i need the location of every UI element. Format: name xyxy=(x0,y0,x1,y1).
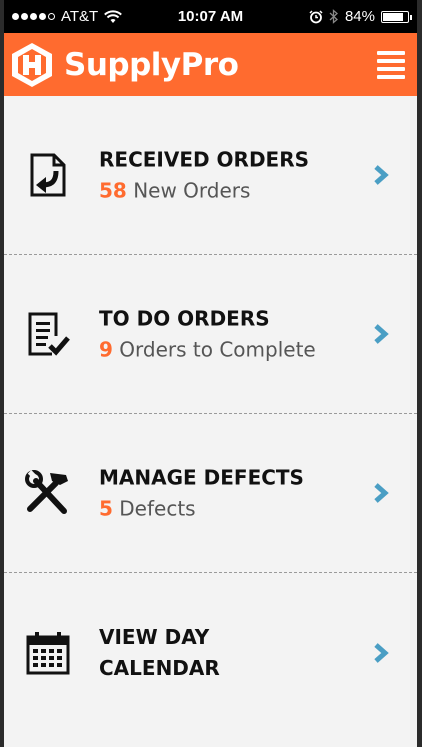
brand[interactable]: SupplyPro xyxy=(10,41,239,89)
chevron-right-icon xyxy=(374,642,389,663)
menu-item-manage-defects[interactable]: MANAGE DEFECTS 5 Defects xyxy=(4,414,417,573)
menu-item-title-line2: CALENDAR xyxy=(99,655,220,680)
subtitle-text: Defects xyxy=(119,496,196,521)
menu-item-title: MANAGE DEFECTS xyxy=(99,465,304,490)
count-badge: 5 xyxy=(99,496,113,521)
menu-item-received-orders[interactable]: RECEIVED ORDERS 58 New Orders xyxy=(4,96,417,255)
wifi-icon xyxy=(104,9,123,23)
count-badge: 9 xyxy=(99,337,113,362)
menu-item-text: VIEW DAY CALENDAR xyxy=(99,622,220,684)
battery-percent: 84% xyxy=(344,8,375,25)
menu-item-text: TO DO ORDERS 9 Orders to Complete xyxy=(99,304,316,365)
carrier-label: AT&T xyxy=(61,8,99,25)
menu-item-view-day-calendar[interactable]: VIEW DAY CALENDAR xyxy=(4,573,417,732)
chevron-right-icon xyxy=(374,165,389,185)
count-badge: 58 xyxy=(99,178,127,203)
status-bar: AT&T 10:07 AM 84% xyxy=(4,0,417,33)
menu-item-text: MANAGE DEFECTS 5 Defects xyxy=(99,463,304,524)
subtitle-text: Orders to Complete xyxy=(119,337,316,362)
battery-level-fill xyxy=(383,12,404,21)
menu-item-title: RECEIVED ORDERS xyxy=(99,147,310,172)
app-title: SupplyPro xyxy=(64,46,239,83)
menu-item-title-line1: VIEW DAY xyxy=(99,624,210,649)
status-right: 84% xyxy=(309,8,412,25)
calendar-icon xyxy=(26,631,70,674)
menu-item-subtitle: 9 Orders to Complete xyxy=(99,335,316,365)
main-menu-list: RECEIVED ORDERS 58 New Orders TO DO ORDE… xyxy=(4,96,417,732)
subtitle-text: New Orders xyxy=(133,178,251,203)
document-import-icon xyxy=(30,153,66,197)
menu-item-text: RECEIVED ORDERS 58 New Orders xyxy=(99,145,309,206)
chevron-right-icon xyxy=(374,324,389,344)
alarm-clock-icon xyxy=(309,9,323,23)
hamburger-menu-icon[interactable] xyxy=(377,50,405,79)
app-screen: AT&T 10:07 AM 84% SupplyPro RECEIVED ORD… xyxy=(4,0,417,747)
tools-icon xyxy=(25,470,68,514)
status-left: AT&T xyxy=(12,8,123,25)
battery-icon xyxy=(381,10,412,23)
menu-item-subtitle: 5 Defects xyxy=(99,494,304,524)
app-header: SupplyPro xyxy=(4,33,417,96)
menu-item-to-do-orders[interactable]: TO DO ORDERS 9 Orders to Complete xyxy=(4,255,417,414)
chevron-right-icon xyxy=(374,483,389,503)
menu-item-title: TO DO ORDERS xyxy=(99,306,270,331)
signal-dots-icon xyxy=(12,13,55,20)
checklist-icon xyxy=(28,312,70,356)
bluetooth-icon xyxy=(329,9,338,24)
supplypro-logo-icon xyxy=(12,42,52,87)
menu-item-subtitle: 58 New Orders xyxy=(99,176,309,206)
